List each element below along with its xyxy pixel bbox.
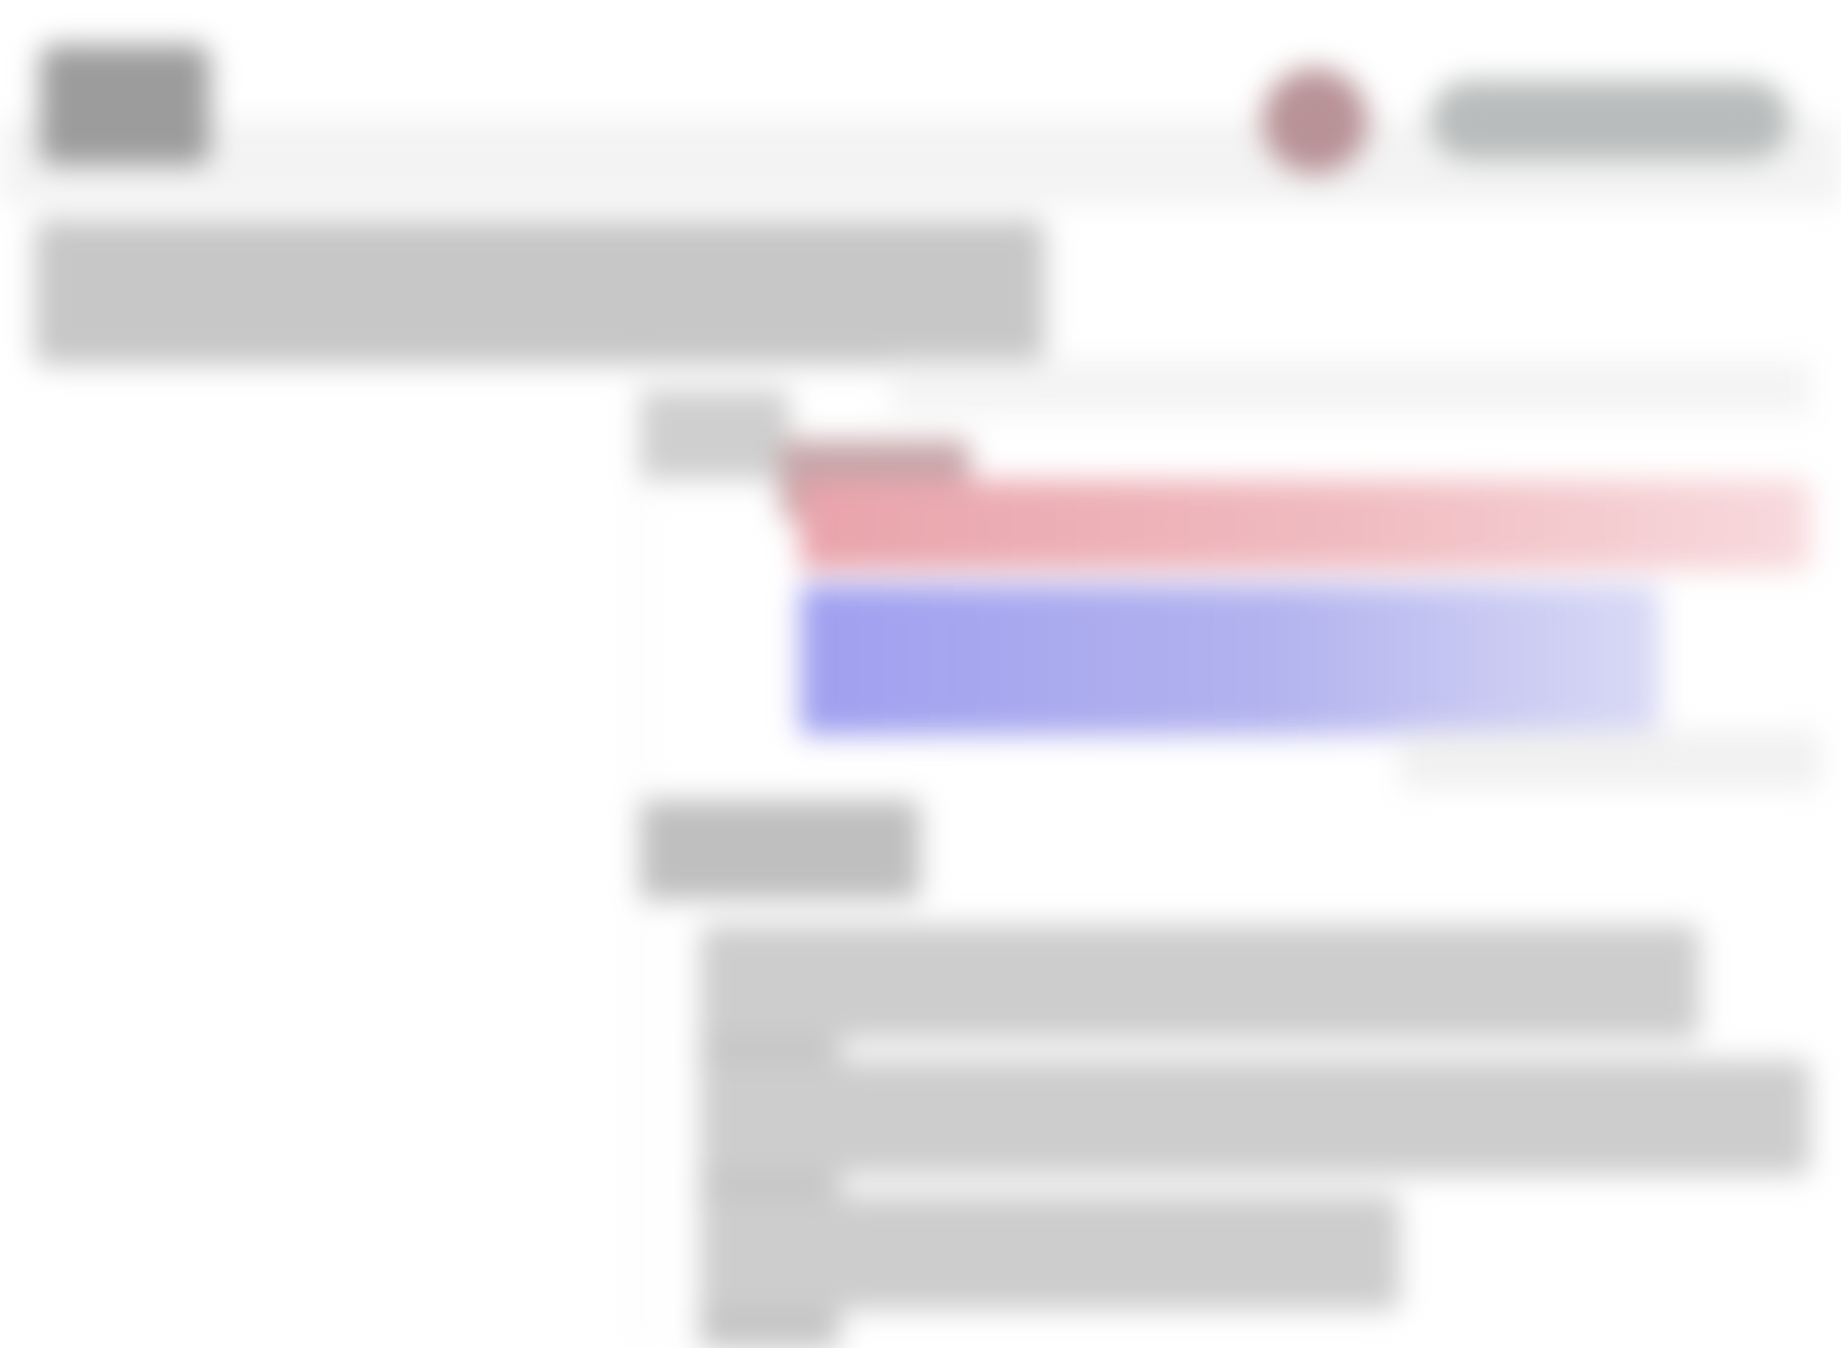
red-highlight-bar[interactable] (800, 480, 1810, 570)
user-avatar-icon[interactable] (1262, 68, 1368, 174)
blue-highlight-bar[interactable] (800, 585, 1660, 735)
divider-band (1400, 730, 1820, 790)
list-item[interactable] (700, 1195, 1400, 1310)
list-item[interactable] (700, 925, 1700, 1040)
title-underline-band (890, 360, 1810, 415)
page-title (35, 205, 1045, 375)
second-section-heading (640, 800, 920, 900)
app-window (0, 0, 1841, 1348)
account-button[interactable] (1430, 80, 1790, 160)
list-item[interactable] (700, 1060, 1810, 1175)
app-logo-icon[interactable] (40, 45, 210, 165)
section-heading (640, 390, 790, 480)
